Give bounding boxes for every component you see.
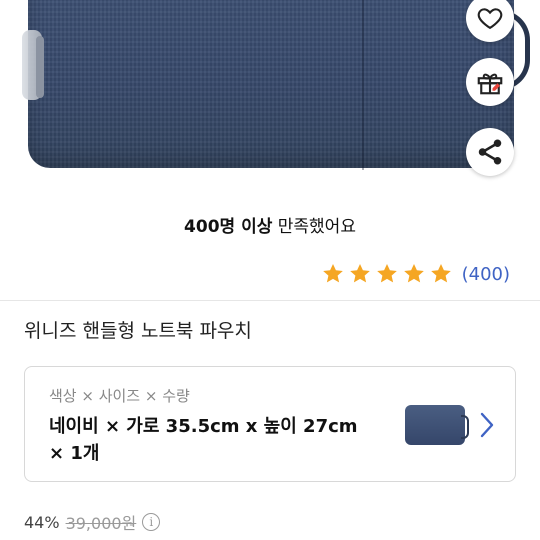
gift-button[interactable] xyxy=(466,58,514,106)
rating-summary[interactable]: (400) xyxy=(321,262,510,286)
section-divider xyxy=(0,300,540,301)
star-icon xyxy=(430,264,451,283)
original-price: 39,000원 xyxy=(65,514,137,533)
share-icon xyxy=(478,139,502,165)
share-button[interactable] xyxy=(466,128,514,176)
chevron-right-icon[interactable] xyxy=(477,411,497,439)
option-label: 색상 × 사이즈 × 수량 xyxy=(49,387,190,405)
product-title: 위니즈 핸들형 노트북 파우치 xyxy=(24,320,252,342)
laptop-pouch-image xyxy=(28,0,514,168)
satisfaction-summary: 400명 이상 만족했어요 xyxy=(0,212,540,237)
zipper-pull-inner xyxy=(36,36,44,98)
option-selected-value: 네이비 × 가로 35.5cm x 높이 27cm × 1개 xyxy=(49,416,358,464)
gift-icon xyxy=(477,73,503,95)
price-row: 44% 39,000원 i xyxy=(24,510,161,534)
option-selector[interactable]: 색상 × 사이즈 × 수량 네이비 × 가로 35.5cm x 높이 27cm … xyxy=(24,366,516,482)
star-icon xyxy=(376,264,397,283)
option-thumbnail xyxy=(405,405,469,445)
star-icon xyxy=(349,264,370,283)
pouch-pocket-seam xyxy=(362,0,364,170)
discount-rate: 44% xyxy=(24,512,60,532)
star-icon xyxy=(322,264,343,283)
info-icon[interactable]: i xyxy=(142,513,161,531)
heart-icon xyxy=(477,8,503,30)
satisfaction-count: 400명 이상 xyxy=(184,217,273,237)
product-image[interactable] xyxy=(0,0,540,196)
review-count-link[interactable]: (400) xyxy=(462,264,510,285)
star-icon xyxy=(403,264,424,283)
satisfaction-text: 만족했어요 xyxy=(272,217,356,237)
